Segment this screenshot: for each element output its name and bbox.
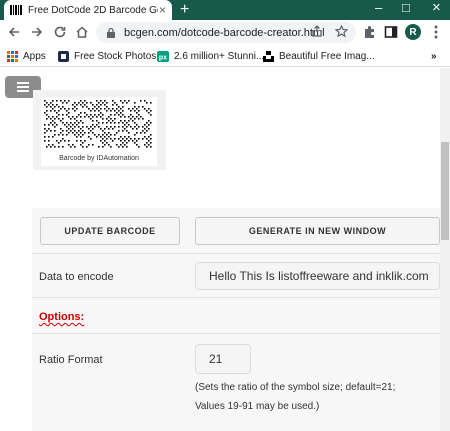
barcode-form: UPDATE BARCODE GENERATE IN NEW WINDOW Da…: [32, 208, 440, 431]
maximize-button[interactable]: □: [402, 0, 410, 16]
back-arrow-icon[interactable]: [5, 23, 23, 41]
profile-avatar[interactable]: R: [405, 24, 421, 40]
options-row: Options:: [32, 298, 440, 334]
bookmark-label: Apps: [23, 50, 46, 62]
photo-site-icon: [57, 50, 69, 62]
barcode-image-frame: Barcode by IDAutomation: [41, 97, 157, 166]
bookmark-beautiful-free-images[interactable]: Beautiful Free Imag...: [262, 49, 375, 63]
data-to-encode-label: Data to encode: [39, 271, 114, 283]
bookmark-label: Free Stock Photos,...: [74, 50, 168, 62]
px-icon: px: [157, 50, 169, 62]
browser-tab[interactable]: Free DotCode 2D Barcode Generato ×: [4, 0, 172, 20]
scrollbar-thumb[interactable]: [441, 142, 449, 240]
bookmarks-bar: Apps Free Stock Photos,... px 2.6 millio…: [0, 45, 450, 67]
hamburger-icon: [17, 82, 29, 92]
ratio-help-text: (Sets the ratio of the symbol size; defa…: [195, 378, 435, 416]
ratio-format-label: Ratio Format: [39, 354, 103, 366]
bookmark-stunning[interactable]: px 2.6 million+ Stunni...: [157, 49, 264, 63]
ratio-format-input[interactable]: 21: [195, 344, 251, 374]
dotcode-barcode-image: [44, 100, 152, 148]
update-barcode-button[interactable]: UPDATE BARCODE: [40, 217, 180, 245]
tab-title: Free DotCode 2D Barcode Generato: [28, 4, 158, 16]
ratio-row: Ratio Format 21 (Sets the ratio of the s…: [32, 334, 440, 431]
tab-close-icon[interactable]: ×: [159, 3, 166, 17]
home-icon[interactable]: [73, 23, 91, 41]
barcode-favicon-icon: [10, 4, 22, 16]
sidebar-icon[interactable]: [383, 24, 399, 40]
close-window-button[interactable]: ×: [432, 0, 441, 16]
lock-icon[interactable]: [106, 27, 116, 38]
new-tab-button[interactable]: +: [180, 0, 189, 20]
ratio-help-line-2: Values 19-91 may be used.): [195, 401, 320, 412]
generate-new-window-button[interactable]: GENERATE IN NEW WINDOW: [195, 217, 440, 245]
forward-arrow-icon[interactable]: [28, 23, 46, 41]
data-row: Data to encode Hello This Is listoffreew…: [32, 254, 440, 298]
data-to-encode-input[interactable]: Hello This Is listoffreeware and inklik.…: [195, 262, 440, 290]
tab-strip: Free DotCode 2D Barcode Generato × + ‒ □…: [0, 0, 450, 20]
url-text: bcgen.com/dotcode-barcode-creator.html: [124, 26, 325, 39]
bookmarks-overflow-button[interactable]: »: [431, 49, 437, 63]
star-icon[interactable]: [334, 24, 348, 38]
page-content: Barcode by IDAutomation UPDATE BARCODE G…: [0, 68, 440, 431]
barcode-caption: Barcode by IDAutomation: [59, 155, 139, 162]
button-row: UPDATE BARCODE GENERATE IN NEW WINDOW: [32, 208, 440, 254]
vertical-scrollbar[interactable]: [440, 68, 450, 431]
bookmark-label: Beautiful Free Imag...: [279, 50, 375, 62]
ratio-help-line-1: (Sets the ratio of the symbol size; defa…: [195, 382, 396, 393]
browser-toolbar: bcgen.com/dotcode-barcode-creator.html R: [0, 20, 450, 45]
extensions-icon[interactable]: [361, 24, 377, 40]
barcode-preview-panel: Barcode by IDAutomation: [33, 90, 166, 170]
kebab-menu-icon[interactable]: [428, 24, 444, 40]
bookmark-free-stock-photos[interactable]: Free Stock Photos,...: [57, 49, 167, 63]
bookmark-apps[interactable]: Apps: [6, 49, 46, 63]
share-icon[interactable]: [310, 24, 324, 38]
svg-text:px: px: [159, 54, 167, 61]
options-heading: Options:: [39, 311, 85, 323]
unsplash-icon: [262, 50, 274, 62]
bookmark-label: 2.6 million+ Stunni...: [174, 50, 265, 62]
reload-icon[interactable]: [51, 23, 69, 41]
minimize-button[interactable]: ‒: [375, 0, 382, 16]
apps-grid-icon: [6, 50, 18, 62]
